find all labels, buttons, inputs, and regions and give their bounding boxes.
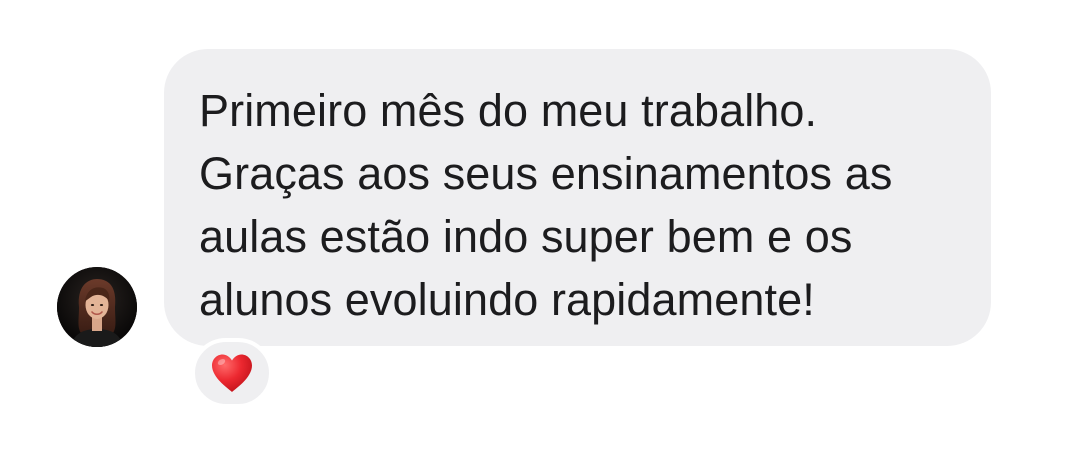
person-photo-icon bbox=[57, 267, 137, 347]
message-text: Primeiro mês do meu trabalho. Graças aos… bbox=[199, 85, 893, 325]
message-bubble[interactable]: Primeiro mês do meu trabalho. Graças aos… bbox=[164, 49, 991, 346]
reaction-badge[interactable] bbox=[191, 338, 273, 408]
chat-message-row: Primeiro mês do meu trabalho. Graças aos… bbox=[0, 0, 1079, 449]
avatar[interactable] bbox=[57, 267, 137, 347]
red-heart-icon bbox=[212, 354, 252, 392]
